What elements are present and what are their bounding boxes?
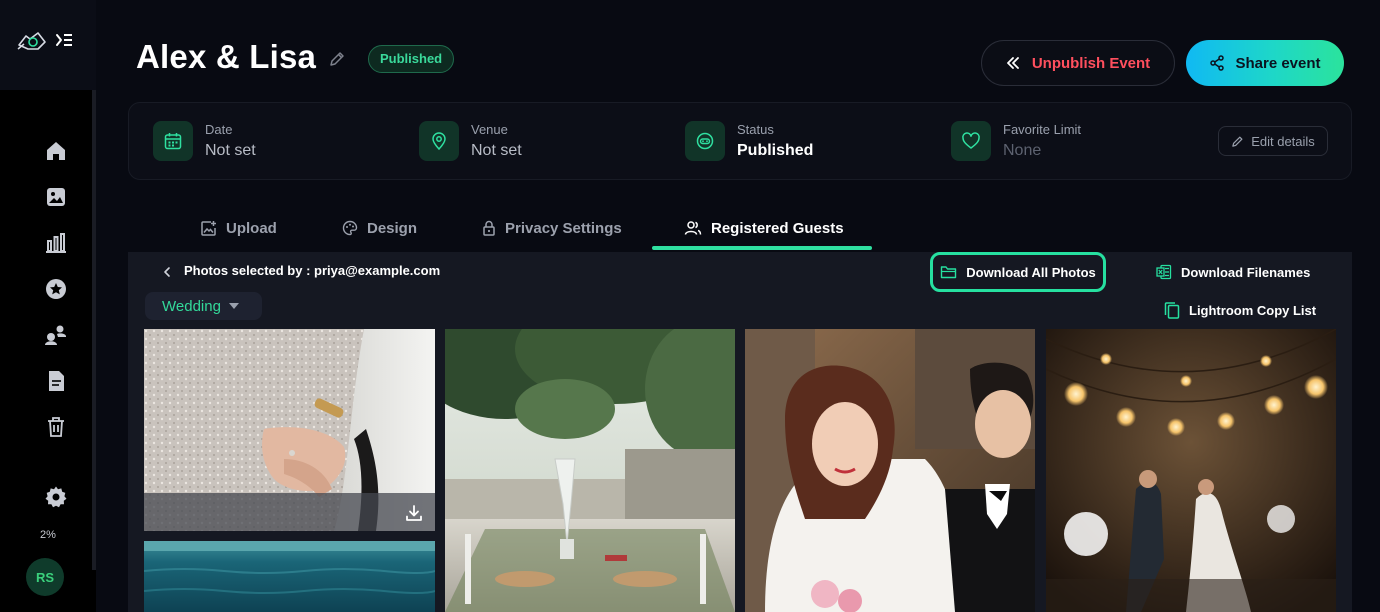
home-icon xyxy=(47,142,65,160)
sidebar-item-home[interactable] xyxy=(44,139,68,163)
star-icon xyxy=(46,279,66,299)
page-title: Alex & Lisa xyxy=(136,38,317,75)
photo-hover-overlay xyxy=(144,493,435,531)
photo-string-lights-dance[interactable] xyxy=(1046,329,1336,612)
tab-registered-guests[interactable]: Registered Guests xyxy=(684,218,844,238)
unpublish-event-button[interactable]: Unpublish Event xyxy=(981,40,1175,86)
sidebar-item-analytics[interactable] xyxy=(44,231,68,255)
collapse-menu-icon[interactable] xyxy=(55,32,73,48)
photo-hands-lace-dress[interactable] xyxy=(144,329,435,531)
status-icon-box xyxy=(685,121,725,161)
photo-sea-image xyxy=(144,541,435,612)
upload-icon xyxy=(201,220,216,236)
registered-guests-panel: Photos selected by : priya@example.com D… xyxy=(128,252,1352,612)
status-badge: Published xyxy=(368,45,455,73)
photo-bride-and-groom[interactable] xyxy=(745,329,1035,612)
sidebar-item-clients[interactable] xyxy=(44,323,68,347)
tab-privacy-settings[interactable]: Privacy Settings xyxy=(482,218,622,238)
trash-icon xyxy=(48,417,64,437)
share-event-label: Share event xyxy=(1235,54,1321,72)
gear-icon xyxy=(45,486,67,508)
location-icon-box xyxy=(419,121,459,161)
date-label: Date xyxy=(205,122,233,137)
download-filenames-button[interactable]: Download Filenames xyxy=(1156,263,1310,281)
tab-design-label: Design xyxy=(367,219,418,237)
status-value: Published xyxy=(737,142,814,159)
unpublish-event-label: Unpublish Event xyxy=(1031,54,1151,72)
caret-down-icon xyxy=(228,303,239,309)
location-pin-icon xyxy=(432,132,446,151)
sidebar-scrollbar[interactable] xyxy=(92,90,96,570)
sidebar-item-gallery[interactable] xyxy=(44,185,68,209)
download-all-photos-label: Download All Photos xyxy=(966,264,1096,280)
download-filenames-label: Download Filenames xyxy=(1181,264,1311,280)
lightroom-copy-list-button[interactable]: Lightroom Copy List xyxy=(1164,300,1316,320)
guests-icon xyxy=(684,221,702,235)
venue-label: Venue xyxy=(471,122,508,137)
pencil-icon xyxy=(1232,136,1243,147)
favorite-limit-label: Favorite Limit xyxy=(1003,122,1082,137)
tab-registered-guests-label: Registered Guests xyxy=(711,219,844,237)
event-details-card: Date Not set Venue Not set Status Publis… xyxy=(128,102,1352,180)
image-icon xyxy=(47,188,65,206)
tab-upload-label: Upload xyxy=(226,219,277,237)
tab-privacy-settings-label: Privacy Settings xyxy=(505,219,622,237)
avatar[interactable]: RS xyxy=(26,558,64,596)
photo-outdoor-table-setting[interactable] xyxy=(445,329,735,612)
venue-value: Not set xyxy=(471,142,522,159)
sidebar-item-documents[interactable] xyxy=(44,369,68,393)
favorite-limit-value: None xyxy=(1003,142,1042,159)
download-all-photos-button[interactable]: Download All Photos xyxy=(930,252,1106,292)
tab-design[interactable]: Design xyxy=(342,218,417,238)
sidebar-item-settings[interactable] xyxy=(44,485,68,509)
status-icon xyxy=(696,132,714,150)
date-value: Not set xyxy=(205,142,256,159)
album-dropdown-value: Wedding xyxy=(162,297,221,315)
album-dropdown[interactable]: Wedding xyxy=(145,292,262,320)
share-icon xyxy=(1210,55,1225,71)
share-event-button[interactable]: Share event xyxy=(1186,40,1344,86)
sidebar: 2% RS xyxy=(0,0,96,612)
pencil-icon[interactable] xyxy=(328,50,346,68)
heart-icon xyxy=(962,132,980,149)
users-icon xyxy=(45,325,66,345)
photo-string-lights-dance-image xyxy=(1046,329,1336,612)
edit-details-label: Edit details xyxy=(1251,133,1315,149)
excel-file-icon xyxy=(1156,264,1172,280)
bar-chart-icon xyxy=(46,233,66,253)
selected-by-heading: Photos selected by : priya@example.com xyxy=(184,263,441,278)
copy-icon xyxy=(1164,302,1180,319)
double-chevron-left-icon xyxy=(1006,57,1019,69)
folder-icon xyxy=(941,266,957,279)
camera-logo-icon[interactable] xyxy=(16,30,48,52)
photo-sea[interactable] xyxy=(144,541,435,612)
sidebar-item-favorites[interactable] xyxy=(44,277,68,301)
document-icon xyxy=(49,371,64,391)
palette-icon xyxy=(342,220,358,236)
chevron-left-icon[interactable] xyxy=(160,265,174,279)
app-root: 2% RS Alex & Lisa Published Unpublish Ev… xyxy=(0,0,1380,612)
sidebar-logo-area xyxy=(0,0,96,90)
lock-icon xyxy=(483,220,495,236)
calendar-icon xyxy=(164,133,182,150)
tab-upload[interactable]: Upload xyxy=(200,218,277,238)
active-tab-indicator xyxy=(652,246,872,250)
photo-bride-and-groom-image xyxy=(745,329,1035,612)
download-icon[interactable] xyxy=(405,504,423,522)
calendar-icon-box xyxy=(153,121,193,161)
lightroom-copy-list-label: Lightroom Copy List xyxy=(1189,302,1317,318)
storage-usage: 2% xyxy=(40,529,56,541)
edit-details-button[interactable]: Edit details xyxy=(1218,126,1328,156)
heart-icon-box xyxy=(951,121,991,161)
sidebar-item-trash[interactable] xyxy=(44,415,68,439)
photo-outdoor-table-setting-image xyxy=(445,329,735,612)
status-label: Status xyxy=(737,122,774,137)
